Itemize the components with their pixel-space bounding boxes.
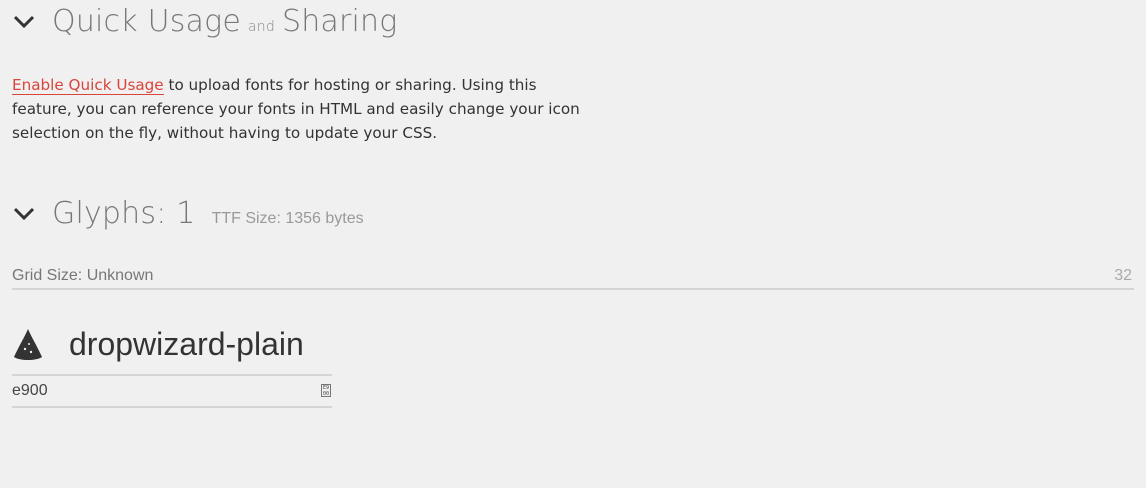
code-hex-icon[interactable]: E9 00 [321, 384, 331, 397]
chevron-down-icon[interactable] [12, 11, 36, 31]
quick-usage-title-part2: Sharing [281, 4, 398, 39]
quick-usage-header: Quick Usage and Sharing [12, 4, 397, 39]
glyphs-header: Glyphs: 1 TTF Size: 1356 bytes [12, 196, 364, 231]
chevron-down-icon[interactable] [12, 203, 36, 223]
glyph-code[interactable]: e900 [12, 382, 48, 400]
quick-usage-description: Enable Quick Usage to upload fonts for h… [12, 73, 582, 145]
quick-usage-title-and: and [248, 19, 275, 35]
dropwizard-hat-icon [12, 328, 44, 360]
glyph-code-field[interactable]: e900 E9 00 [12, 374, 332, 408]
enable-quick-usage-link[interactable]: Enable Quick Usage [12, 76, 164, 95]
grid-size-label: Grid Size: Unknown [12, 267, 154, 284]
quick-usage-title-part1: Quick Usage [52, 4, 241, 39]
quick-usage-title: Quick Usage and Sharing [52, 4, 397, 39]
glyphs-title: Glyphs: 1 [52, 196, 196, 231]
grid-size-value[interactable]: 32 [1114, 267, 1132, 285]
ttf-size-label: TTF Size: 1356 bytes [211, 210, 364, 227]
grid-size-row: Grid Size: Unknown 32 [12, 266, 1134, 290]
glyph-name[interactable]: dropwizard-plain [69, 326, 304, 363]
